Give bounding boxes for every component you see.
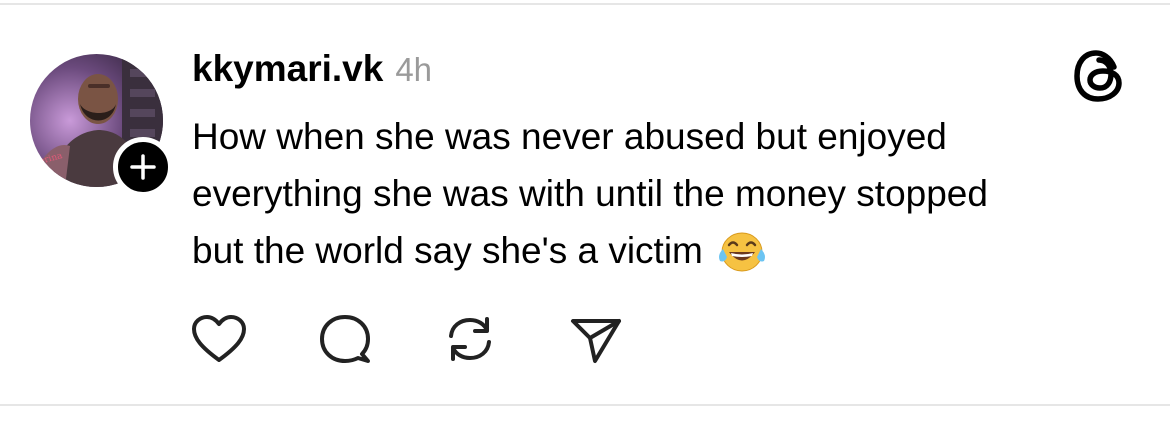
post-text-line-2: everything she was with until the money … (192, 173, 988, 214)
follow-button[interactable] (113, 137, 173, 197)
post-text: How when she was never abused but enjoye… (192, 108, 1122, 279)
laughing-tears-emoji: 😂 (717, 229, 767, 273)
post-text-line-1: How when she was never abused but enjoye… (192, 116, 947, 157)
comment-bubble-icon (320, 315, 370, 363)
comment-button[interactable] (315, 309, 375, 369)
author-avatar-container: erina (30, 54, 173, 197)
post-timestamp: 4h (395, 51, 433, 88)
username-link[interactable]: kkymari.vk (192, 48, 383, 90)
post-text-line-3: but the world say she's a victim 😂 (192, 222, 1122, 279)
post-text-line-3-text: but the world say she's a victim (192, 230, 703, 271)
heart-icon (192, 315, 246, 362)
post-header: kkymari.vk 4h (192, 48, 432, 96)
repost-icon (449, 317, 491, 361)
post-actions (0, 309, 700, 369)
like-button[interactable] (189, 309, 249, 369)
threads-logo-icon[interactable] (1072, 47, 1128, 105)
bottom-divider (0, 404, 1170, 406)
send-icon (571, 319, 621, 363)
plus-icon (130, 154, 156, 180)
top-divider (0, 3, 1170, 5)
repost-button[interactable] (440, 309, 500, 369)
share-button[interactable] (566, 309, 626, 369)
